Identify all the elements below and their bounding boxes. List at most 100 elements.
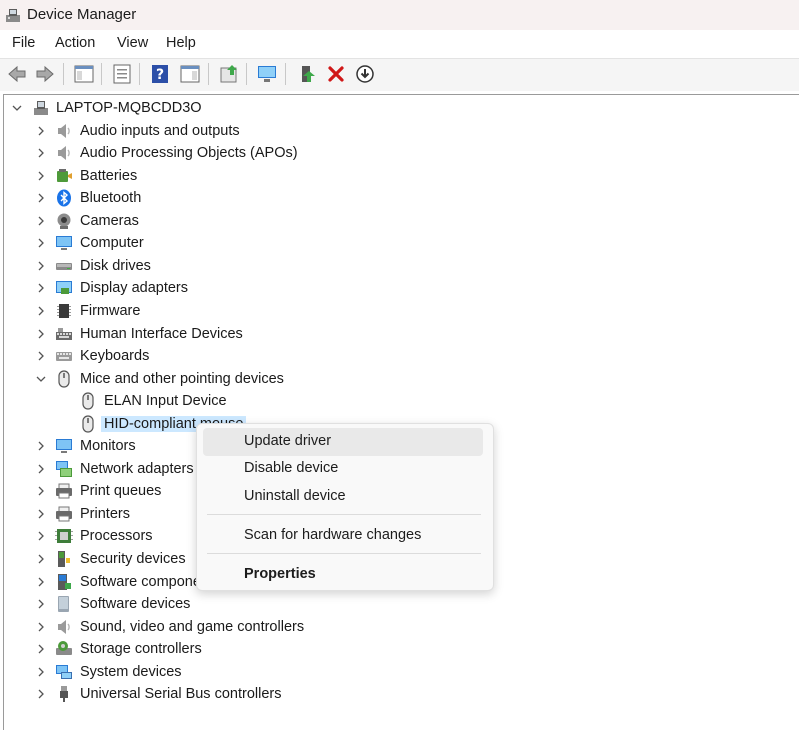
menu-help[interactable]: Help	[166, 35, 196, 51]
collapse-chevron-icon[interactable]	[11, 97, 23, 119]
menu-item-update-driver[interactable]: Update driver	[203, 428, 483, 456]
title-bar: Device Manager	[0, 0, 799, 30]
expand-chevron-icon[interactable]	[35, 120, 47, 142]
expand-chevron-icon[interactable]	[35, 525, 47, 547]
tree-item-label: Processors	[80, 528, 153, 545]
expand-chevron-icon[interactable]	[35, 503, 47, 525]
menu-file[interactable]: File	[12, 35, 35, 51]
expand-chevron-icon[interactable]	[35, 458, 47, 480]
tree-device[interactable]: ELAN Input Device	[4, 390, 784, 412]
bluetooth-icon	[55, 189, 73, 207]
expand-chevron-icon[interactable]	[35, 210, 47, 232]
tree-category[interactable]: Batteries	[4, 165, 784, 187]
tree-item-label: Sound, video and game controllers	[80, 618, 305, 635]
expand-chevron-icon[interactable]	[35, 593, 47, 615]
tree-item-label: Monitors	[80, 438, 136, 455]
window-title: Device Manager	[27, 6, 137, 23]
forward-arrow-icon	[34, 63, 56, 85]
tree-item-label: Audio inputs and outputs	[80, 122, 240, 139]
menu-item-label: Properties	[244, 566, 316, 582]
tree-category[interactable]: System devices	[4, 661, 784, 683]
tree-category[interactable]: Computer	[4, 232, 784, 254]
tree-item-label: Firmware	[80, 302, 141, 319]
tree-category[interactable]: Human Interface Devices	[4, 323, 784, 345]
expand-chevron-icon[interactable]	[35, 142, 47, 164]
back-arrow-icon	[6, 63, 28, 85]
menu-action[interactable]: Action	[55, 35, 95, 51]
tree-item-label: Security devices	[80, 551, 186, 567]
show-hide-console-tree-icon	[73, 63, 95, 85]
expand-chevron-icon[interactable]	[35, 187, 47, 209]
monitor-icon	[55, 437, 73, 455]
tree-root[interactable]: LAPTOP-MQBCDD3O	[4, 97, 784, 119]
tree-category[interactable]: Keyboards	[4, 345, 784, 367]
tree-category[interactable]: Cameras	[4, 210, 784, 232]
disable-device-button[interactable]	[354, 63, 376, 85]
expand-chevron-icon[interactable]	[35, 661, 47, 683]
expand-chevron-icon[interactable]	[35, 300, 47, 322]
tree-category[interactable]: Storage controllers	[4, 638, 784, 660]
menu-item-properties[interactable]: Properties	[203, 561, 483, 589]
menu-divider	[207, 553, 481, 554]
back-arrow-button[interactable]	[6, 63, 28, 85]
menu-view[interactable]: View	[117, 35, 148, 51]
toolbar-separator	[101, 63, 102, 85]
expand-chevron-icon[interactable]	[35, 435, 47, 457]
tree-category[interactable]: Software devices	[4, 593, 784, 615]
expand-chevron-icon[interactable]	[35, 345, 47, 367]
properties-button[interactable]	[111, 63, 133, 85]
tree-category[interactable]: Firmware	[4, 300, 784, 322]
tree-category[interactable]: Bluetooth	[4, 187, 784, 209]
network-adapter-icon	[55, 460, 73, 478]
device-tree[interactable]: LAPTOP-MQBCDD3O Audio inputs and outputs A…	[3, 94, 799, 730]
expand-chevron-icon[interactable]	[35, 277, 47, 299]
tree-category[interactable]: Audio inputs and outputs	[4, 120, 784, 142]
menu-item-label: Scan for hardware changes	[244, 527, 422, 543]
tree-item-label: Audio Processing Objects (APOs)	[80, 145, 298, 162]
tree-item-label: Storage controllers	[80, 641, 202, 658]
expand-chevron-icon[interactable]	[35, 638, 47, 660]
enable-device-button[interactable]	[296, 63, 318, 85]
tree-item-label: Cameras	[80, 212, 139, 229]
expand-chevron-icon[interactable]	[35, 616, 47, 638]
enable-device-icon	[296, 63, 318, 85]
expand-chevron-icon[interactable]	[35, 255, 47, 277]
tree-item-label: Universal Serial Bus controllers	[80, 686, 282, 703]
forward-arrow-button[interactable]	[34, 63, 56, 85]
menu-item-disable-device[interactable]: Disable device	[203, 455, 483, 483]
tree-item-label: Mice and other pointing devices	[80, 370, 284, 387]
toolbar-separator	[63, 63, 64, 85]
uninstall-device-icon	[325, 63, 347, 85]
expand-chevron-icon[interactable]	[35, 548, 47, 570]
menu-item-uninstall-device[interactable]: Uninstall device	[203, 483, 483, 511]
expand-chevron-icon[interactable]	[35, 480, 47, 502]
software-component-icon	[55, 573, 73, 591]
tree-category[interactable]: Audio Processing Objects (APOs)	[4, 142, 784, 164]
show-hide-console-tree-button[interactable]	[73, 63, 95, 85]
help-button[interactable]: ?	[149, 63, 171, 85]
camera-icon	[55, 212, 73, 230]
expand-chevron-icon[interactable]	[35, 571, 47, 593]
tree-item-label: LAPTOP-MQBCDD3O	[56, 100, 202, 116]
tree-category[interactable]: Sound, video and game controllers	[4, 616, 784, 638]
tree-category[interactable]: Display adapters	[4, 277, 784, 299]
expand-chevron-icon[interactable]	[35, 165, 47, 187]
tree-category[interactable]: Mice and other pointing devices	[4, 368, 784, 390]
update-driver-button[interactable]	[218, 63, 240, 85]
action-pane-button[interactable]	[179, 63, 201, 85]
uninstall-device-button[interactable]	[325, 63, 347, 85]
tree-category[interactable]: Disk drives	[4, 255, 784, 277]
expand-chevron-icon[interactable]	[35, 323, 47, 345]
expand-chevron-icon[interactable]	[35, 232, 47, 254]
menu-item-label: Uninstall device	[244, 488, 346, 504]
mouse-icon	[79, 415, 97, 433]
expand-chevron-icon[interactable]	[35, 683, 47, 705]
menu-item-scan-for-hardware-changes[interactable]: Scan for hardware changes	[203, 522, 483, 550]
toolbar: ?	[0, 58, 799, 91]
tree-category[interactable]: Universal Serial Bus controllers	[4, 683, 784, 705]
system-device-icon	[55, 663, 73, 681]
tree-item-label: Display adapters	[80, 280, 188, 297]
scan-hardware-button[interactable]	[256, 63, 278, 85]
menu-bar: File Action View Help	[0, 30, 799, 58]
collapse-chevron-icon[interactable]	[35, 368, 47, 390]
